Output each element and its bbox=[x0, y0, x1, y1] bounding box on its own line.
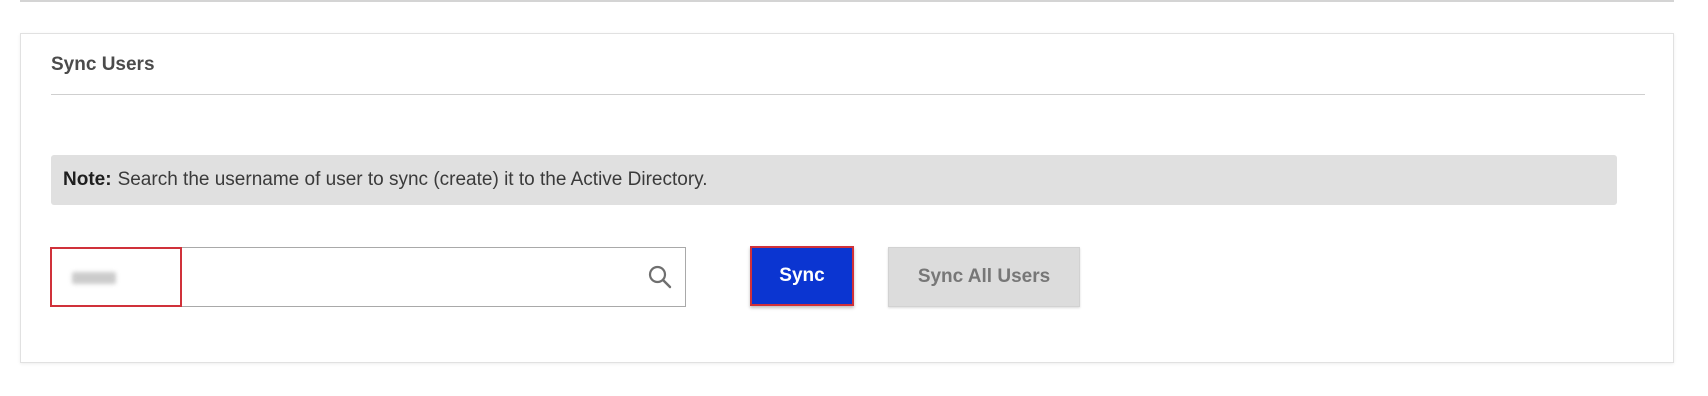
note-box: Note: Search the username of user to syn… bbox=[51, 155, 1617, 205]
sync-button[interactable]: Sync bbox=[750, 246, 854, 306]
sync-all-users-button[interactable]: Sync All Users bbox=[888, 247, 1080, 307]
top-divider bbox=[20, 0, 1674, 2]
note-label: Note: bbox=[63, 169, 112, 190]
redacted-username bbox=[72, 272, 116, 284]
search-icon[interactable] bbox=[647, 264, 673, 290]
username-search bbox=[50, 247, 686, 307]
sync-users-panel: Sync Users Note: Search the username of … bbox=[20, 33, 1674, 363]
username-search-input[interactable] bbox=[52, 248, 685, 306]
note-text: Search the username of user to sync (cre… bbox=[117, 169, 708, 190]
panel-title: Sync Users bbox=[51, 54, 155, 75]
panel-divider bbox=[51, 94, 1645, 95]
